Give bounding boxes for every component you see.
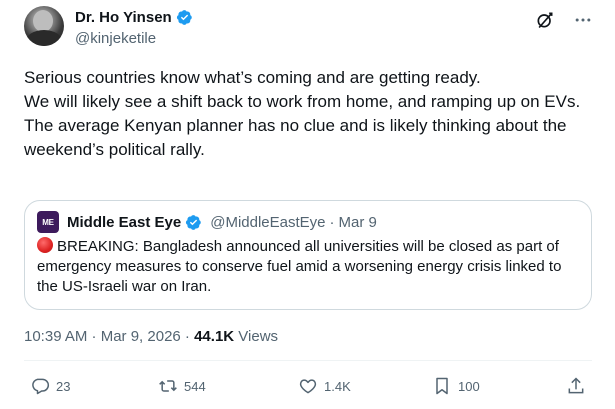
- red-circle-icon: [37, 237, 53, 253]
- tweet-line: We will likely see a shift back to work …: [24, 92, 581, 111]
- tweet: Dr. Ho Yinsen @kinjeketile Serious count…: [0, 0, 615, 409]
- verified-badge-icon: [185, 214, 202, 231]
- tweet-line: The average Kenyan planner has no clue a…: [24, 116, 567, 159]
- avatar-body: [26, 30, 62, 46]
- top-actions: [535, 10, 593, 30]
- quoted-tweet-body: BREAKING: Bangladesh announced all unive…: [37, 238, 562, 295]
- views-count: 44.1K: [194, 328, 235, 345]
- action-bar: 23 544 1.4K 100: [0, 376, 615, 404]
- tweet-line: Serious countries know what’s coming and…: [24, 68, 481, 87]
- retweet-button[interactable]: 544: [158, 376, 206, 396]
- avatar-head: [33, 10, 53, 32]
- views-label: Views: [234, 328, 279, 345]
- tweet-meta: 10:39 AM · Mar 9, 2026 · 44.1K Views: [24, 328, 278, 345]
- reply-count: 23: [56, 378, 71, 394]
- like-count: 1.4K: [324, 378, 351, 394]
- like-icon: [298, 376, 318, 396]
- quoted-author-handle[interactable]: @MiddleEastEye: [210, 214, 325, 231]
- retweet-icon: [158, 376, 178, 396]
- quoted-author-name[interactable]: Middle East Eye: [67, 214, 181, 231]
- divider: [24, 360, 592, 361]
- verified-badge-icon: [176, 9, 193, 26]
- grok-icon[interactable]: [535, 10, 555, 30]
- share-button[interactable]: [566, 376, 586, 396]
- like-button[interactable]: 1.4K: [298, 376, 351, 396]
- author-name-row: Dr. Ho Yinsen: [75, 9, 193, 26]
- separator-dot: ·: [329, 213, 335, 231]
- quoted-author-logo[interactable]: ME: [37, 211, 59, 233]
- quoted-tweet[interactable]: ME Middle East Eye @MiddleEastEye · Mar …: [24, 200, 592, 310]
- quoted-tweet-text: BREAKING: Bangladesh announced all unive…: [37, 237, 585, 297]
- tweet-text: Serious countries know what’s coming and…: [24, 66, 599, 162]
- author-handle[interactable]: @kinjeketile: [75, 30, 156, 47]
- bookmark-button[interactable]: 100: [432, 376, 480, 396]
- reply-button[interactable]: 23: [30, 376, 70, 396]
- avatar[interactable]: [24, 6, 64, 46]
- quoted-tweet-date[interactable]: Mar 9: [339, 214, 377, 231]
- more-icon[interactable]: [573, 10, 593, 30]
- bookmark-icon: [432, 376, 452, 396]
- reply-icon: [30, 376, 50, 396]
- tweet-timestamp[interactable]: 10:39 AM · Mar 9, 2026 ·: [24, 328, 194, 345]
- quoted-tweet-header: ME Middle East Eye @MiddleEastEye · Mar …: [37, 211, 377, 233]
- share-icon: [566, 376, 586, 396]
- retweet-count: 544: [184, 378, 206, 394]
- bookmark-count: 100: [458, 378, 480, 394]
- author-display-name[interactable]: Dr. Ho Yinsen: [75, 9, 172, 26]
